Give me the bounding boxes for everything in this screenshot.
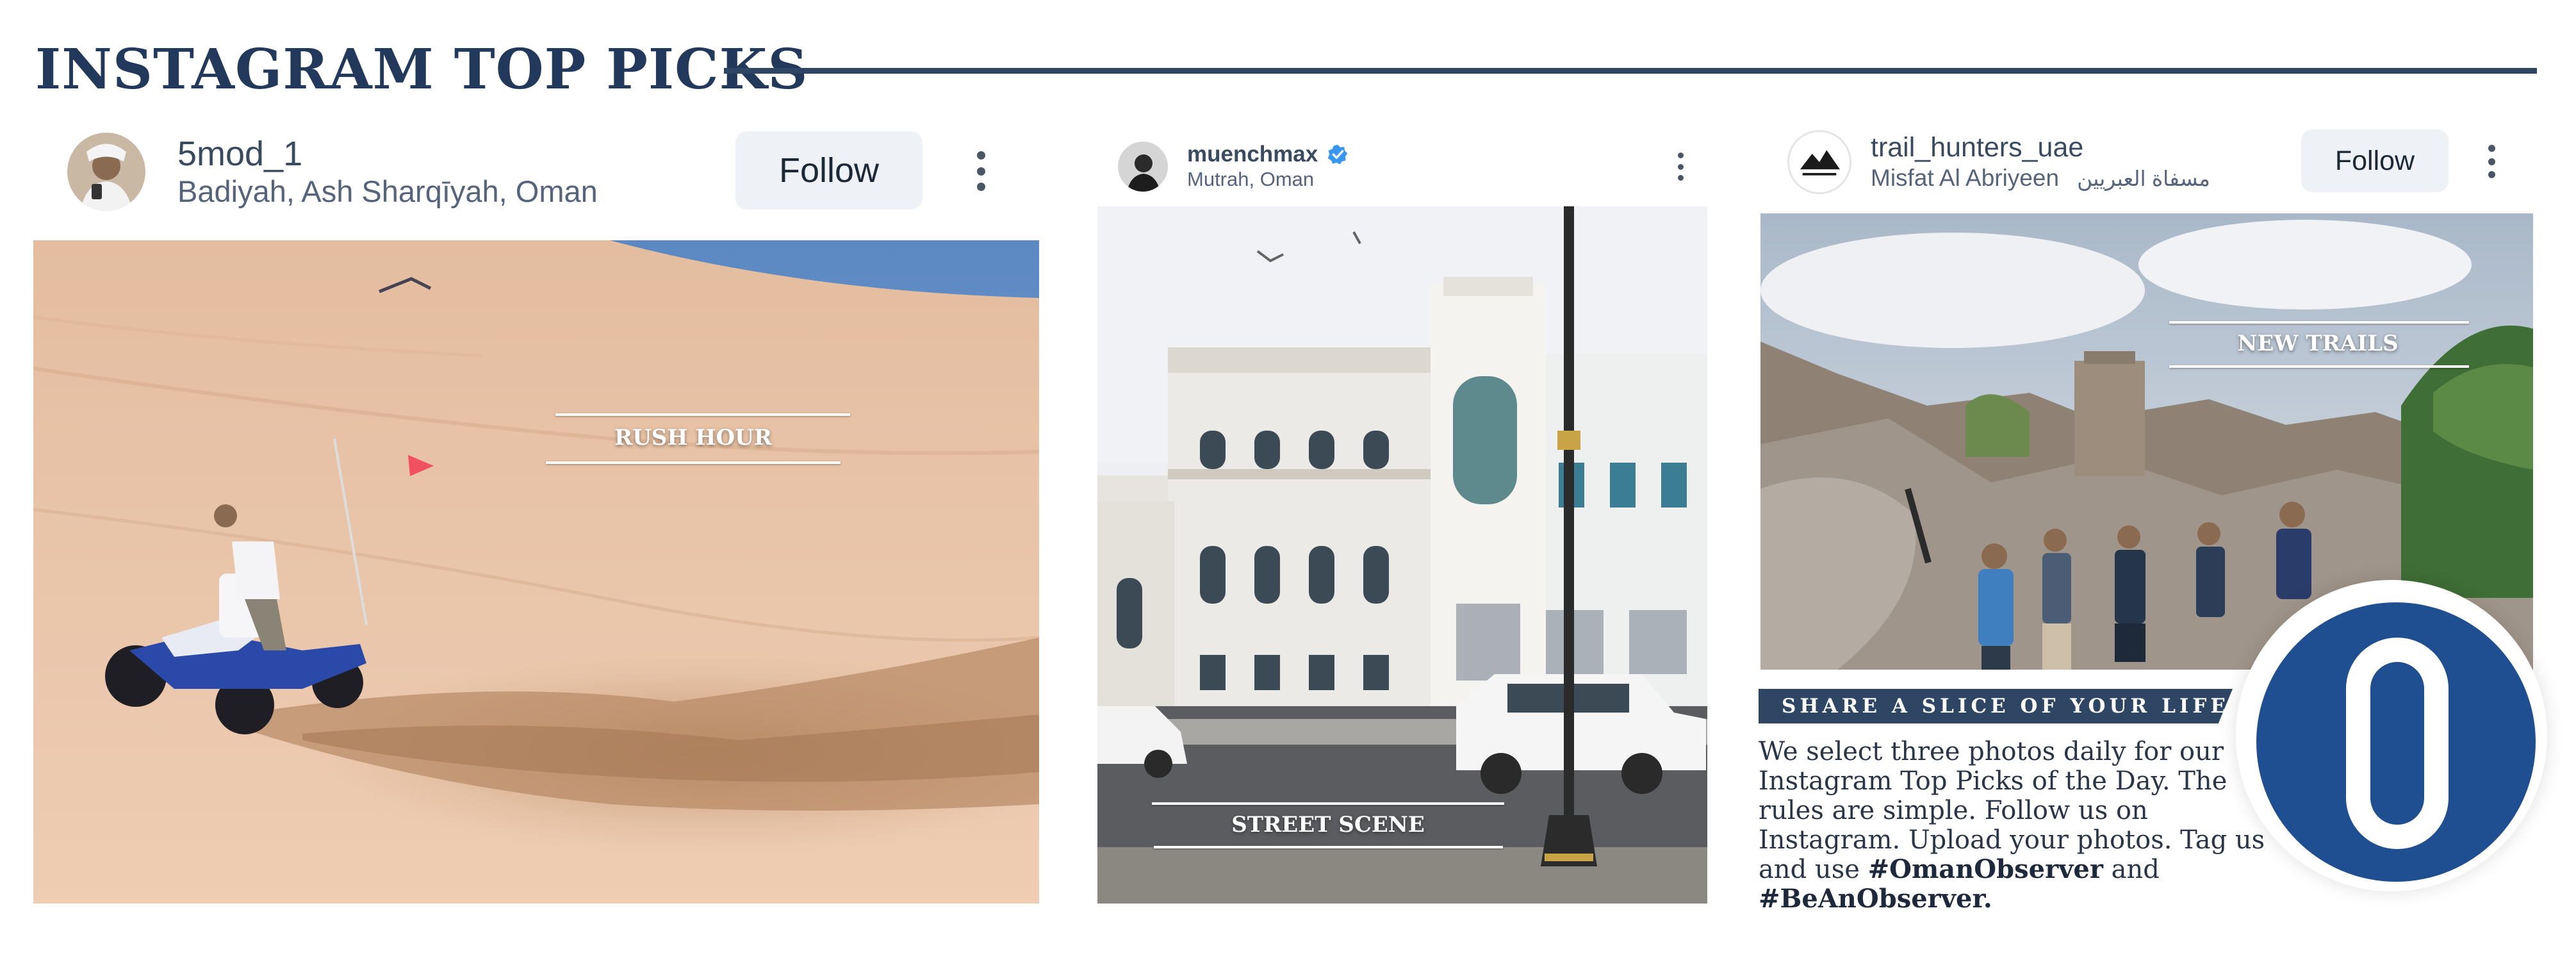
follow-button[interactable]: Follow (2301, 129, 2449, 192)
photo-label: NEW TRAILS (2237, 331, 2399, 356)
follow-button[interactable]: Follow (735, 131, 923, 210)
location-arabic[interactable]: مسفاة العبريين (2077, 166, 2210, 191)
masthead-divider (724, 68, 2537, 74)
logo-letter-o (2346, 638, 2449, 849)
post-photo-1[interactable]: RUSH HOUR (33, 240, 1039, 904)
post-header-2: muenchmax Mutrah, Oman (1118, 141, 1694, 192)
info-connector: and (2103, 855, 2160, 884)
more-vertical-icon[interactable] (2482, 145, 2500, 178)
username[interactable]: muenchmax (1187, 142, 1318, 167)
avatar[interactable] (1787, 129, 1851, 194)
verified-badge-icon (1327, 144, 1348, 165)
label-rule-bottom (546, 461, 841, 464)
photo-label: RUSH HOUR (614, 425, 773, 450)
hashtag-be-an-observer: #BeAnObserver. (1759, 884, 1992, 914)
more-vertical-icon[interactable] (969, 151, 992, 191)
location[interactable]: Badiyah, Ash Sharqīyah, Oman (177, 174, 598, 210)
label-rule-bottom (2169, 365, 2469, 368)
label-rule-top (2169, 321, 2469, 324)
location[interactable]: Misfat Al Abriyeen (1871, 163, 2059, 193)
hashtag-oman-observer: #OmanObserver (1867, 854, 2103, 884)
photo-label: STREET SCENE (1231, 812, 1425, 838)
location[interactable]: Mutrah, Oman (1187, 167, 1349, 192)
info-banner-text: SHARE A SLICE OF YOUR LIFE (1782, 695, 2229, 718)
label-rule-top (1152, 802, 1504, 805)
label-rule-top (555, 413, 850, 416)
info-banner: SHARE A SLICE OF YOUR LIFE (1759, 689, 2233, 723)
username[interactable]: 5mod_1 (177, 134, 598, 174)
more-vertical-icon[interactable] (1673, 153, 1687, 181)
info-text: We select three photos daily for our Ins… (1759, 737, 2284, 914)
post-photo-2[interactable]: STREET SCENE (1097, 206, 1707, 904)
avatar[interactable] (67, 132, 145, 211)
post-header-3: trail_hunters_uae Misfat Al Abriyeen مسف… (1787, 125, 2300, 199)
avatar[interactable] (1118, 142, 1168, 192)
page-title: INSTAGRAM TOP PICKS (35, 37, 808, 102)
label-rule-bottom (1154, 846, 1503, 848)
username[interactable]: trail_hunters_uae (1871, 131, 2210, 163)
